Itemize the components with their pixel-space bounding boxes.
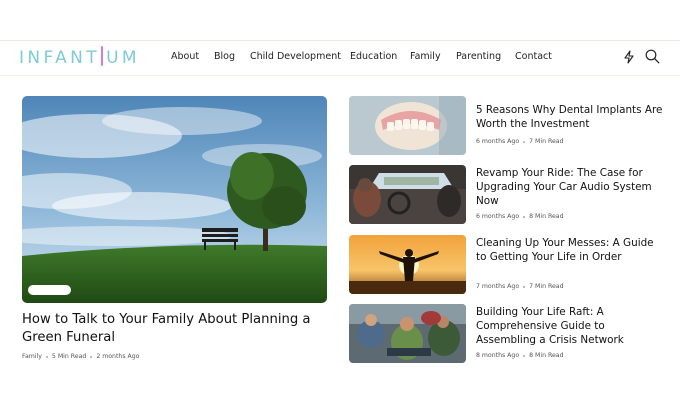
nav-item-blog[interactable]: Blog: [214, 51, 250, 62]
article-read-time: 8 Min Read: [529, 213, 564, 220]
article-thumbnail[interactable]: [349, 96, 466, 155]
article-date: 6 months Ago: [476, 138, 520, 145]
nav-item-child-development[interactable]: Child Development: [250, 51, 350, 62]
featured-category[interactable]: Family: [22, 353, 42, 360]
featured-title[interactable]: How to Talk to Your Family About Plannin…: [22, 311, 332, 347]
search-icon[interactable]: [645, 49, 660, 68]
article-date: 8 months Ago: [476, 352, 520, 359]
article-thumbnail[interactable]: [349, 235, 466, 294]
article-title[interactable]: Cleaning Up Your Messes: A Guide to Gett…: [476, 236, 666, 264]
featured-image[interactable]: [22, 96, 327, 303]
article-title[interactable]: Revamp Your Ride: The Case for Upgrading…: [476, 166, 666, 208]
article-title[interactable]: Building Your Life Raft: A Comprehensive…: [476, 305, 666, 347]
nav-item-family[interactable]: Family: [410, 51, 456, 62]
logo-text-end: UM: [106, 48, 141, 68]
nav-item-education[interactable]: Education: [350, 51, 410, 62]
article-meta: 6 months Ago 7 Min Read: [476, 138, 564, 145]
featured-read-time: 5 Min Read: [51, 353, 87, 360]
article-thumbnail[interactable]: [349, 304, 466, 363]
article-date: 6 months Ago: [476, 213, 520, 220]
header-actions: [623, 49, 660, 68]
article-thumbnail[interactable]: [349, 165, 466, 224]
article-read-time: 8 Min Read: [529, 352, 564, 359]
meta-separator: [523, 140, 526, 143]
meta-separator: [523, 285, 526, 288]
sunset-silhouette-photo: [349, 235, 466, 294]
nav-item-parenting[interactable]: Parenting: [456, 51, 515, 62]
featured-date: 2 months Ago: [96, 353, 140, 360]
site-logo[interactable]: INFANT UM: [19, 46, 141, 68]
park-bench-photo: [22, 96, 327, 303]
site-header: INFANT UM About Blog Child Development Ed…: [0, 40, 680, 76]
meta-separator: [45, 355, 48, 358]
logo-accent-bar: [101, 46, 104, 66]
meta-separator: [523, 354, 526, 357]
nav-item-contact[interactable]: Contact: [515, 51, 555, 62]
nav-item-about[interactable]: About: [171, 51, 214, 62]
meta-separator: [90, 355, 93, 358]
featured-meta: Family 5 Min Read 2 months Ago: [22, 353, 139, 360]
dental-implant-photo: [349, 96, 466, 155]
meta-separator: [523, 215, 526, 218]
article-meta: 6 months Ago 8 Min Read: [476, 213, 564, 220]
category-badge[interactable]: [28, 285, 71, 295]
lightning-icon[interactable]: [623, 49, 635, 68]
article-read-time: 7 Min Read: [529, 138, 564, 145]
article-title[interactable]: 5 Reasons Why Dental Implants Are Worth …: [476, 103, 666, 131]
article-read-time: 7 Min Read: [529, 283, 564, 290]
article-meta: 8 months Ago 8 Min Read: [476, 352, 564, 359]
logo-text-start: INFANT: [19, 48, 101, 68]
article-date: 7 months Ago: [476, 283, 520, 290]
car-interior-photo: [349, 165, 466, 224]
article-meta: 7 months Ago 7 Min Read: [476, 283, 564, 290]
group-meeting-photo: [349, 304, 466, 363]
main-nav: About Blog Child Development Education F…: [171, 51, 555, 62]
